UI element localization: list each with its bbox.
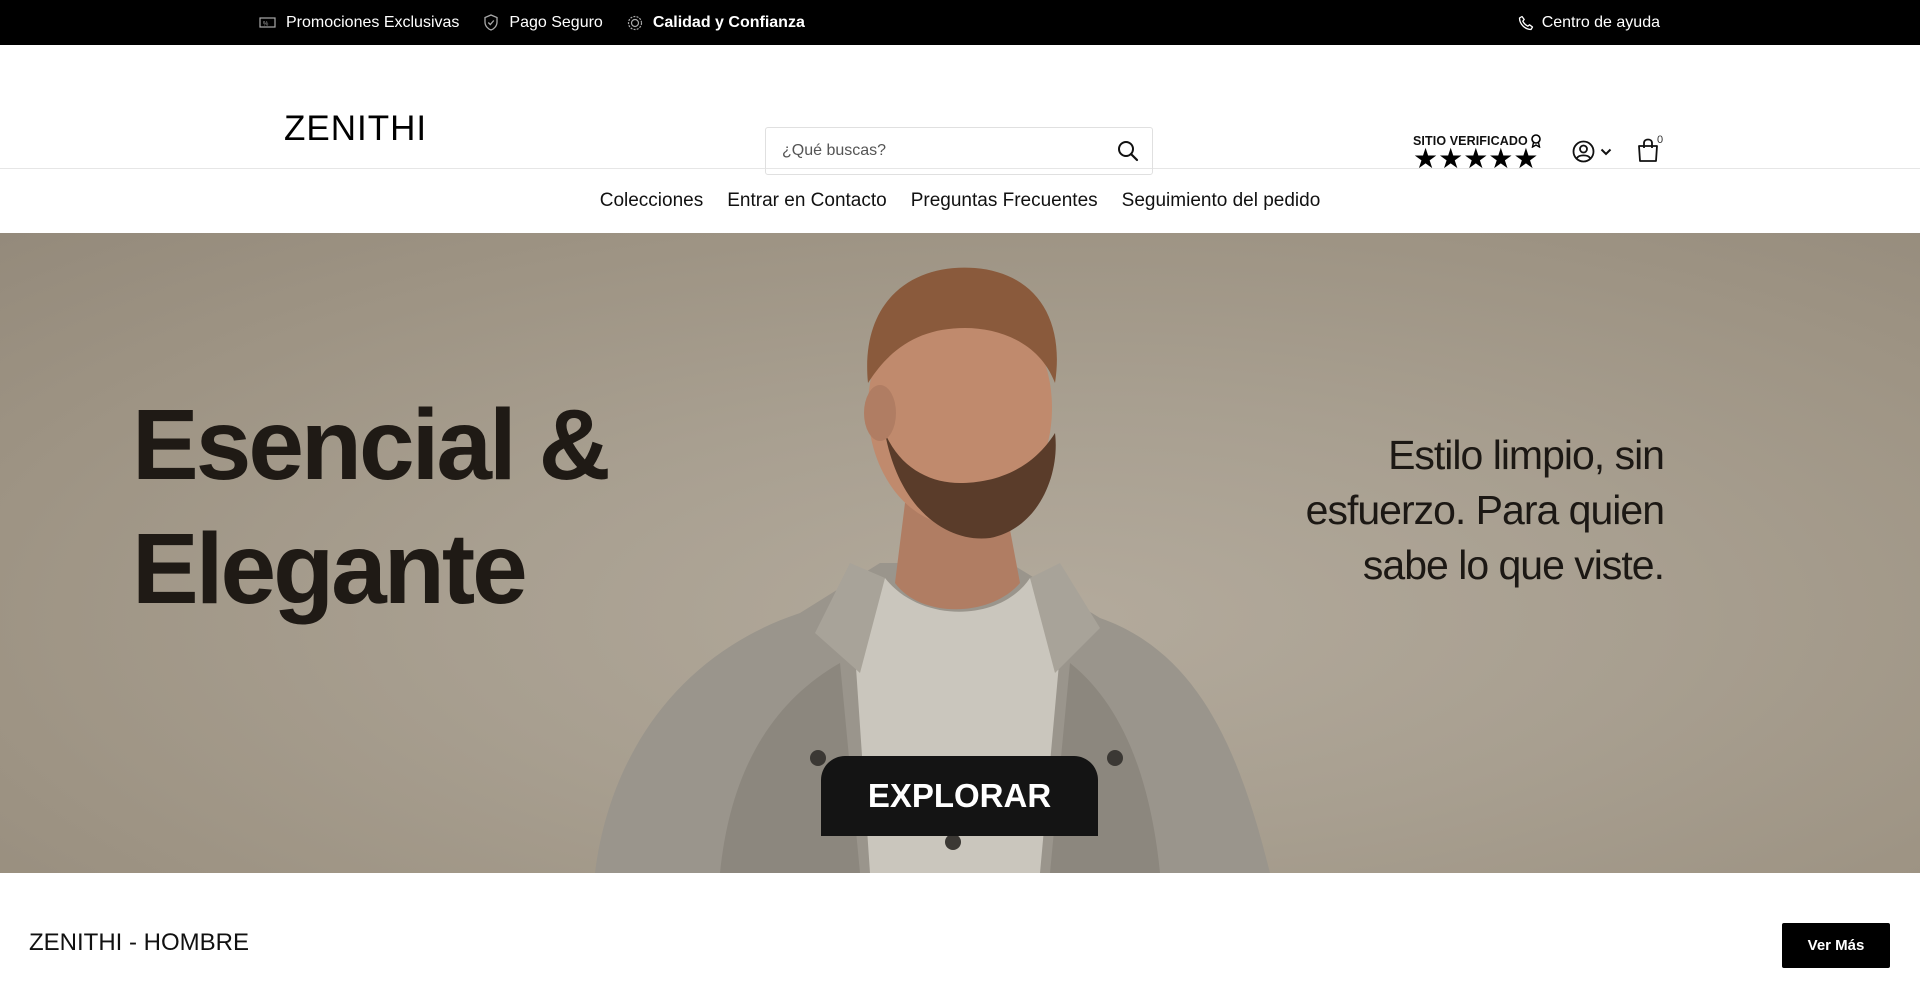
- svg-text:%: %: [263, 22, 269, 28]
- stars-icon: ★★★★★: [1413, 143, 1539, 174]
- quality-label: Calidad y Confianza: [652, 13, 805, 31]
- hero-headline: Esencial & Elegante: [132, 383, 611, 631]
- tag-icon: %: [259, 17, 276, 28]
- chevron-down-icon: [1600, 148, 1612, 155]
- account-button[interactable]: [1572, 140, 1612, 163]
- hero-tagline: Estilo limpio, sin esfuerzo. Para quien …: [1305, 428, 1665, 593]
- badge-icon: [627, 15, 642, 30]
- store-logo[interactable]: ZENITHI: [284, 109, 427, 149]
- collection-header: ZENITHI - HOMBRE Ver Más: [0, 873, 1920, 994]
- phone-icon: [1518, 15, 1533, 30]
- section-title: ZENITHI - HOMBRE: [29, 929, 249, 956]
- verified-badge: SITIO VERIFICADO ★★★★★: [1413, 134, 1548, 174]
- search-button[interactable]: [1104, 128, 1152, 174]
- search-icon: [1118, 141, 1139, 162]
- nav-item-faq[interactable]: Preguntas Frecuentes: [911, 190, 1098, 212]
- cart-button[interactable]: 0: [1636, 134, 1663, 168]
- see-more-button[interactable]: Ver Más: [1782, 923, 1890, 968]
- cart-count: 0: [1657, 134, 1664, 146]
- main-nav: Colecciones Entrar en Contacto Preguntas…: [0, 169, 1920, 233]
- search-box: [765, 127, 1153, 175]
- site-header: ZENITHI SITIO VERIFICADO ★★★★★ 0: [0, 45, 1920, 175]
- explore-button[interactable]: EXPLORAR: [821, 756, 1098, 836]
- hero-tagline-line2: esfuerzo. Para quien: [1305, 487, 1665, 533]
- hero-banner[interactable]: Esencial & Elegante Estilo limpio, sin e…: [0, 233, 1920, 873]
- quality-item: Calidad y Confianza: [627, 14, 805, 32]
- help-label[interactable]: Centro de ayuda: [1542, 14, 1660, 32]
- hero-tagline-line1: Estilo limpio, sin: [1388, 432, 1665, 478]
- shield-icon: [484, 14, 499, 31]
- help-link[interactable]: Centro de ayuda: [1518, 0, 1660, 45]
- nav-item-colecciones[interactable]: Colecciones: [600, 190, 704, 212]
- promo-label: Promociones Exclusivas: [286, 13, 460, 31]
- announcement-items: % Promociones Exclusivas Pago Seguro Cal…: [259, 0, 829, 45]
- user-icon: [1572, 140, 1595, 163]
- secure-item: Pago Seguro: [483, 13, 603, 32]
- search-input[interactable]: [766, 128, 1104, 174]
- nav-item-seguimiento[interactable]: Seguimiento del pedido: [1122, 190, 1321, 212]
- hero-tagline-line3: sabe lo que viste.: [1362, 542, 1665, 588]
- hero-headline-line1: Esencial &: [132, 389, 611, 501]
- secure-label: Pago Seguro: [509, 13, 603, 31]
- rating-stars: ★★★★★: [1413, 143, 1548, 174]
- announcement-bar: % Promociones Exclusivas Pago Seguro Cal…: [0, 0, 1920, 45]
- nav-item-contacto[interactable]: Entrar en Contacto: [727, 190, 886, 212]
- hero-headline-line2: Elegante: [132, 513, 528, 625]
- promo-item: % Promociones Exclusivas: [259, 14, 459, 32]
